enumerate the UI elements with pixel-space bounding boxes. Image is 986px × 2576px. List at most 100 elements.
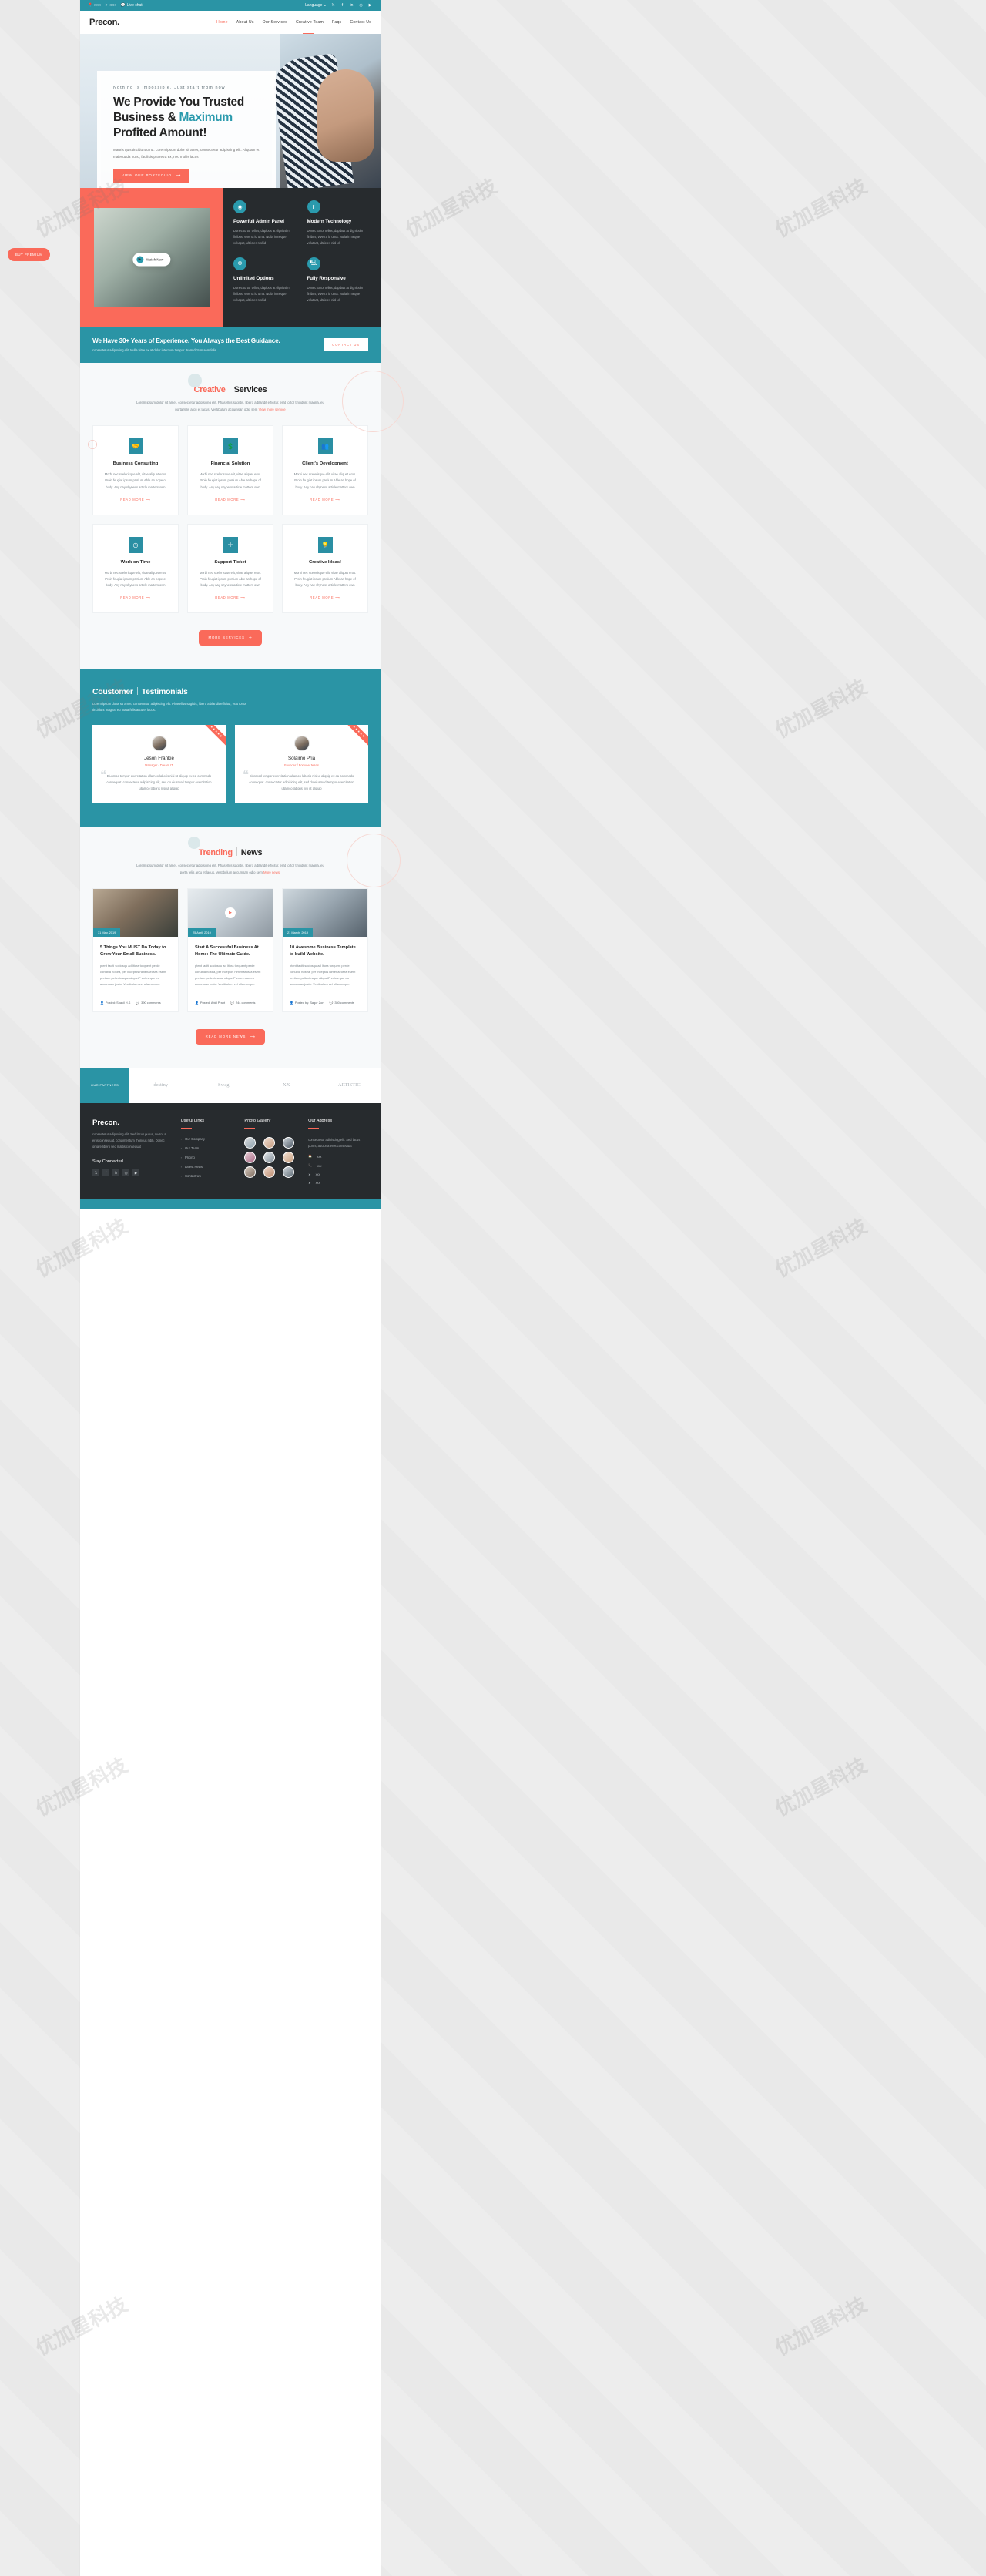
partner-logo[interactable]: destiny [129, 1082, 193, 1088]
service-card[interactable]: ◷ Work on Time Morbi nec scelerisque eli… [92, 523, 179, 614]
partner-logo[interactable]: ARTISTIC [318, 1082, 381, 1088]
read-more-news-button[interactable]: READ MORE NEWS ⟶ [195, 1028, 266, 1045]
heading-rule [308, 1127, 320, 1129]
news-heading: Trending News Lorem ipsum dolor sit amet,… [92, 847, 368, 876]
dribbble-icon[interactable]: ◎ [358, 3, 364, 8]
news-title-rest: News [240, 848, 263, 858]
news-excerpt: ptent taciti sociosqu ad litora torquent… [290, 964, 356, 987]
service-card[interactable]: 💡 Creative Ideas! Morbi nec scelerisque … [282, 523, 368, 614]
news-title-text: 10 Awesome Business Template to build We… [290, 945, 356, 957]
gallery-thumb[interactable] [263, 1136, 276, 1149]
gallery-thumb[interactable] [244, 1166, 257, 1178]
youtube-icon[interactable]: ▶ [367, 3, 373, 8]
facebook-icon[interactable]: f [340, 3, 345, 8]
linkedin-icon[interactable]: in [112, 1169, 119, 1177]
footer-link-item[interactable]: › Contact Us [181, 1174, 236, 1178]
news-section: Trending News Lorem ipsum dolor sit amet,… [80, 827, 401, 1068]
footer-link-item[interactable]: › Our Team [181, 1146, 236, 1150]
service-card[interactable]: 👥 Client's Development Morbi nec sceleri… [282, 425, 368, 515]
service-read-more-link[interactable]: READ MORE ⟶ [310, 498, 340, 501]
top-bar-email[interactable]: ➤ xxx [105, 3, 116, 8]
nav-menu: Home About Us Our Services Creative Team… [216, 20, 371, 25]
top-bar-live-chat[interactable]: 💬 Live chat [120, 3, 142, 8]
news-author: 👤 Posted by: Sagor Zon [290, 1001, 324, 1005]
laptop-icon: 🖳 [307, 257, 320, 270]
footer-link-item[interactable]: › Latest News [181, 1165, 236, 1169]
nav-item-our-services[interactable]: Our Services [263, 20, 287, 25]
news-meta: 👤 Posted: Shakil H.S 💬 390 comments [100, 995, 171, 1005]
view-portfolio-button[interactable]: VIEW OUR PORTFOLIO ⟶ [113, 168, 190, 183]
more-news-link[interactable]: More news. [263, 870, 280, 874]
footer-link-item[interactable]: › Pricing [181, 1156, 236, 1159]
features-grid: ◉ Powerfull Admin Panel Donec tortor tel… [223, 188, 381, 327]
service-read-more-link[interactable]: READ MORE ⟶ [310, 595, 340, 599]
facebook-icon[interactable]: f [102, 1169, 109, 1177]
news-body: 10 Awesome Business Template to build We… [283, 937, 367, 1011]
gallery-thumb[interactable] [283, 1166, 295, 1178]
service-text: Morbi nec scelerisque elit, vitae alique… [104, 472, 167, 489]
service-read-more-link[interactable]: READ MORE ⟶ [215, 595, 246, 599]
gear-icon: ⚙ [233, 257, 246, 270]
gallery-thumb[interactable] [283, 1136, 295, 1149]
service-read-more-link[interactable]: READ MORE ⟶ [120, 595, 151, 599]
partner-logo[interactable]: XX [255, 1082, 318, 1088]
footer-link-item[interactable]: › Our Company [181, 1137, 236, 1141]
linkedin-icon[interactable]: in [349, 3, 354, 8]
experience-banner: We Have 30+ Years of Experience. You Alw… [80, 327, 381, 363]
rating-ribbon: ★★★★★ [198, 724, 226, 750]
features-image: ▶ Watch Now [93, 208, 210, 307]
services-subtitle: Lorem ipsum dolor sit amet, consectetur … [136, 401, 324, 411]
gallery-thumb[interactable] [263, 1151, 276, 1163]
chevron-right-icon: › [180, 1136, 182, 1141]
gallery-thumb[interactable] [244, 1151, 257, 1163]
news-comments: 💬 390 comments [136, 1001, 161, 1005]
youtube-icon[interactable]: ▶ [132, 1169, 139, 1177]
gallery-thumb[interactable] [263, 1166, 276, 1178]
nav-item-contact-us[interactable]: Contact Us [350, 20, 371, 25]
twitter-icon[interactable]: 𝕏 [330, 3, 336, 8]
chevron-right-icon: › [180, 1173, 182, 1178]
nav-item-faqs[interactable]: Faqs [332, 20, 341, 25]
contact-us-button[interactable]: CONTACT US [324, 338, 368, 351]
play-icon[interactable]: ▶ [225, 907, 236, 919]
experience-text: We Have 30+ Years of Experience. You Alw… [92, 337, 280, 352]
more-services-button[interactable]: MORE SERVICES ✛ [198, 629, 263, 646]
gallery-thumb[interactable] [244, 1136, 257, 1149]
hero-title-line3: Profited Amount! [113, 126, 207, 139]
language-selector[interactable]: Language ⌄ [305, 3, 327, 8]
nav-item-home[interactable]: Home [216, 20, 228, 25]
news-card[interactable]: 31 May, 2019 5 Things You MUST Do Today … [92, 888, 179, 1013]
user-icon: 👤 [290, 1001, 293, 1005]
dribbble-icon[interactable]: ◎ [122, 1169, 129, 1177]
service-card[interactable]: ✛ Support Ticket Morbi nec scelerisque e… [187, 523, 273, 614]
gallery-thumb[interactable] [283, 1151, 295, 1163]
news-card[interactable]: ▶ 25 April, 2019 Start A Successful Busi… [187, 888, 273, 1013]
service-card[interactable]: 🤝 Business Consulting Morbi nec sceleris… [92, 425, 179, 515]
service-title: Client's Development [302, 461, 348, 467]
nav-item-about-us[interactable]: About Us [236, 20, 254, 25]
buy-premium-button[interactable]: BUY PREMIUM [8, 248, 51, 261]
service-text: Morbi nec scelerisque elit, vitae alique… [199, 472, 262, 489]
nav-item-creative-team[interactable]: Creative Team [296, 20, 324, 25]
news-title-text: Start A Successful Business At Home: The… [195, 945, 259, 957]
footer-address-text: consectetur adipiscing elit. Sed lacus p… [308, 1137, 361, 1148]
twitter-icon[interactable]: 𝕏 [92, 1169, 99, 1177]
heading-rule [244, 1127, 256, 1129]
testimonials-cards: ★★★★★ Jeson Frankie Manager / Dream IT ❝… [92, 724, 368, 803]
service-card[interactable]: 💲 Financial Solution Morbi nec scelerisq… [187, 425, 273, 515]
watch-now-button[interactable]: ▶ Watch Now [132, 253, 171, 267]
service-title: Creative Ideas! [309, 559, 341, 565]
features-section: ▶ Watch Now ◉ Powerfull Admin Panel Done… [80, 188, 381, 327]
user-icon: 👤 [100, 1001, 104, 1005]
stay-connected-heading: Stay Connected [92, 1159, 123, 1165]
site-logo[interactable]: Precon. [89, 18, 119, 27]
service-text: Morbi nec scelerisque elit, vitae alique… [199, 570, 262, 588]
service-read-more-link[interactable]: READ MORE ⟶ [215, 498, 246, 501]
news-card[interactable]: 21 March, 2019 10 Awesome Business Templ… [282, 888, 368, 1013]
service-read-more-link[interactable]: READ MORE ⟶ [120, 498, 151, 501]
support-icon: ✛ [223, 536, 238, 553]
view-more-service-link[interactable]: View more service [259, 408, 286, 411]
partner-logo[interactable]: Swag [193, 1082, 256, 1088]
testimonial-quote: ❝ Eiusmod tempor exercitation ullamco lab… [243, 769, 354, 790]
top-bar-location[interactable]: 📍 xxx [88, 3, 101, 8]
